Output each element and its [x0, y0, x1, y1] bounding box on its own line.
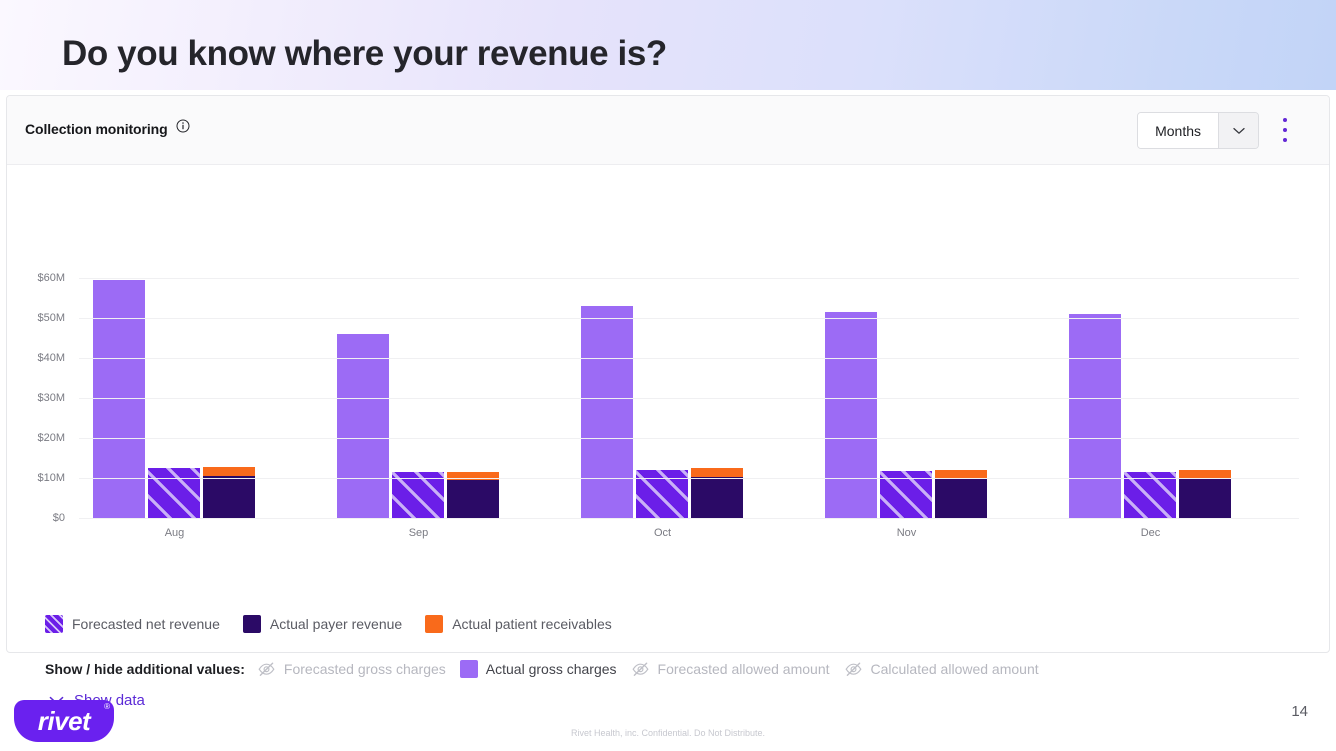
eye-slash-icon [257, 661, 276, 677]
y-axis-tick-label: $0 [52, 512, 65, 524]
x-axis-tick-label: Nov [896, 527, 917, 539]
eye-slash-icon [631, 661, 650, 677]
legend-item[interactable]: Actual patient receivables [425, 615, 612, 633]
gridline [79, 317, 1299, 319]
bar-actual-revenue-stack[interactable] [691, 468, 743, 518]
slide-header: Do you know where your revenue is? [0, 0, 1336, 90]
show-hide-toggle-label: Actual gross charges [485, 661, 617, 677]
show-hide-toggle-item[interactable]: Actual gross charges [459, 660, 617, 678]
y-axis-tick-label: $50M [37, 311, 65, 324]
registered-mark: ® [104, 702, 110, 711]
show-hide-toggle-item[interactable]: Forecasted gross charges [257, 661, 446, 677]
x-axis-tick-label: Sep [408, 527, 429, 539]
bar-segment-actual-payer-revenue[interactable] [1179, 478, 1231, 518]
bar-segment-actual-payer-revenue[interactable] [691, 477, 743, 518]
legend-item[interactable]: Actual payer revenue [242, 615, 403, 633]
bar-segment-actual-patient-receivables[interactable] [203, 466, 255, 476]
confidentiality-note: Rivet Health, inc. Confidential. Do Not … [570, 728, 766, 738]
x-axis-tick-label: Oct [653, 527, 672, 539]
gridline [79, 437, 1299, 439]
collection-monitoring-card: Collection monitoring Months Aug Sep Oct… [6, 95, 1331, 709]
bar-segment-actual-patient-receivables[interactable] [691, 468, 743, 478]
bar-actual-gross-charges[interactable] [1069, 314, 1121, 518]
gridline [79, 278, 1299, 279]
legend-swatch-icon [459, 660, 478, 678]
legend-swatch-icon [242, 615, 261, 633]
legend-item-label: Forecasted net revenue [72, 616, 220, 632]
card-title-group: Collection monitoring [25, 119, 190, 138]
eye-slash-icon [844, 661, 863, 677]
legend-item-label: Actual patient receivables [452, 616, 612, 632]
legend-item-label: Actual payer revenue [269, 616, 403, 632]
bar-actual-gross-charges[interactable] [337, 334, 389, 518]
show-hide-toggle-label: Forecasted allowed amount [657, 661, 830, 677]
chart-legend: Forecasted net revenue Actual payer reven… [45, 615, 626, 633]
bar-actual-gross-charges[interactable] [825, 312, 877, 518]
info-circle-icon[interactable] [176, 119, 190, 138]
chevron-down-icon[interactable] [1218, 113, 1258, 148]
gridline [79, 398, 1299, 399]
bar-segment-actual-payer-revenue[interactable] [447, 480, 499, 518]
page-title: Do you know where your revenue is? [62, 34, 667, 73]
y-axis-tick-label: $40M [37, 351, 65, 364]
bar-actual-revenue-stack[interactable] [935, 469, 987, 518]
bar-segment-actual-payer-revenue[interactable] [935, 478, 987, 518]
period-dropdown[interactable]: Months [1137, 112, 1259, 149]
legend-item[interactable]: Forecasted net revenue [45, 615, 220, 633]
gridline [79, 478, 1299, 479]
gridline [79, 518, 1299, 519]
x-axis-tick-label: Dec [1140, 527, 1161, 539]
y-axis-tick-label: $20M [37, 431, 65, 444]
show-hide-toggle-label: Calculated allowed amount [870, 661, 1039, 677]
page-number: 14 [1291, 703, 1308, 720]
chart-plot: Aug Sep Oct Nov Dec $0 $10M $20M $30M $40M $50M $6… [37, 272, 1299, 539]
card-title: Collection monitoring [25, 120, 168, 137]
y-axis-tick-label: $30M [37, 392, 65, 404]
y-axis-tick-label: $60M [37, 272, 65, 284]
bar-actual-gross-charges[interactable] [581, 306, 633, 518]
bar-forecasted-net-revenue[interactable] [148, 468, 200, 518]
bar-segment-actual-payer-revenue[interactable] [203, 476, 255, 518]
legend-swatch-icon [45, 615, 63, 633]
x-axis-tick-label: Aug [164, 527, 185, 539]
period-dropdown-value[interactable]: Months [1138, 113, 1218, 148]
show-hide-toggle-label: Forecasted gross charges [283, 661, 446, 677]
legend-swatch-icon [425, 615, 444, 633]
chart-area: Aug Sep Oct Nov Dec $0 $10M $20M $30M $40M $50M $6… [7, 165, 1331, 585]
bar-segment-actual-patient-receivables[interactable] [935, 469, 987, 478]
bar-actual-revenue-stack[interactable] [203, 466, 255, 518]
y-axis-tick-label: $10M [37, 472, 65, 484]
show-hide-toggle-item[interactable]: Forecasted allowed amount [631, 661, 830, 677]
bar-actual-gross-charges[interactable] [93, 280, 145, 518]
gridline [79, 357, 1299, 359]
show-hide-row: Show / hide additional values: Forecaste… [45, 660, 1053, 678]
card-header: Collection monitoring Months [7, 96, 1329, 165]
show-hide-label: Show / hide additional values: [45, 661, 245, 677]
kebab-menu-icon[interactable] [1275, 115, 1295, 145]
show-hide-toggle-item[interactable]: Calculated allowed amount [844, 661, 1039, 677]
